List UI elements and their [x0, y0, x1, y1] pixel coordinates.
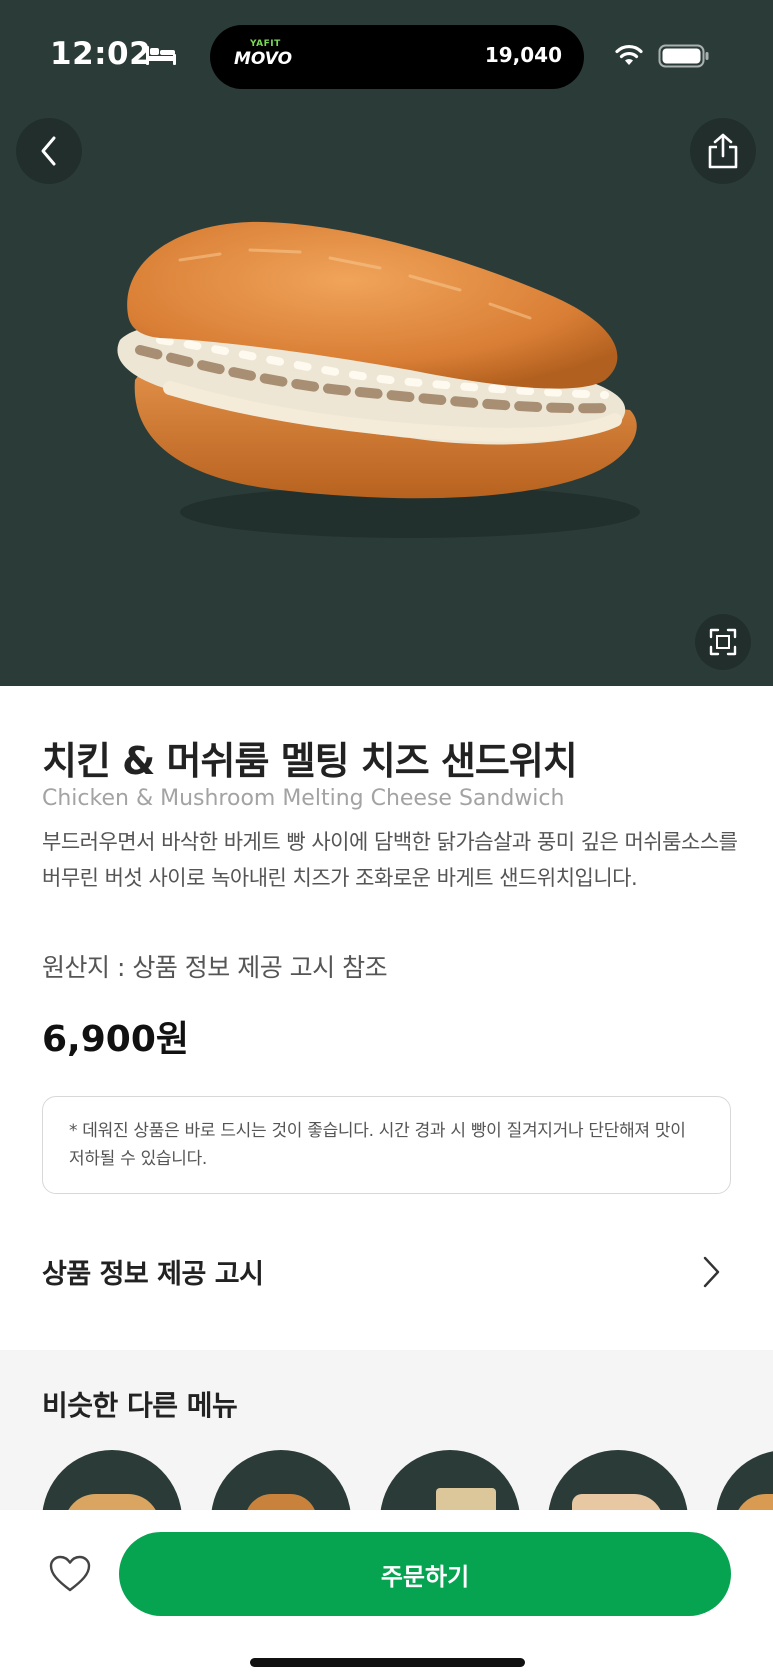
expand-icon	[709, 628, 737, 656]
food-thumbnail-3	[436, 1488, 496, 1510]
back-button[interactable]	[16, 118, 82, 184]
status-time: 12:02	[50, 36, 152, 72]
warming-notice: * 데워진 상품은 바로 드시는 것이 좋습니다. 시간 경과 시 빵이 질겨지…	[42, 1096, 731, 1194]
order-button[interactable]: 주문하기	[119, 1532, 731, 1616]
product-info-link[interactable]: 상품 정보 제공 고시	[0, 1226, 773, 1316]
chevron-left-icon	[41, 136, 56, 166]
product-description: 부드러우면서 바삭한 바게트 빵 사이에 담백한 닭가슴살과 풍미 깊은 머쉬룸…	[42, 830, 738, 890]
heart-icon[interactable]	[48, 1554, 92, 1594]
status-bar: 12:02 YAFIT MOVO 19,040	[0, 0, 773, 110]
similar-menu-section: 비슷한 다른 메뉴	[0, 1350, 773, 1510]
product-name-english: Chicken & Mushroom Melting Cheese Sandwi…	[42, 786, 565, 811]
similar-menu-item[interactable]	[42, 1450, 182, 1510]
product-price: 6,900원	[42, 1019, 189, 1060]
similar-menu-item[interactable]	[548, 1450, 688, 1510]
wifi-icon	[615, 44, 643, 65]
home-indicator	[250, 1658, 525, 1667]
battery-icon	[658, 44, 709, 68]
similar-menu-item[interactable]	[211, 1450, 351, 1510]
similar-menu-title: 비슷한 다른 메뉴	[42, 1389, 238, 1422]
food-thumbnail-1	[64, 1494, 160, 1510]
product-origin: 원산지 : 상품 정보 제공 고시 참조	[42, 953, 388, 982]
fullscreen-button[interactable]	[695, 614, 751, 670]
movo-logo: YAFIT MOVO	[234, 39, 293, 69]
food-thumbnail-5	[734, 1494, 773, 1510]
share-button[interactable]	[690, 118, 756, 184]
dynamic-island: YAFIT MOVO 19,040	[210, 25, 584, 89]
step-count: 19,040	[484, 43, 562, 67]
food-thumbnail-2	[245, 1494, 317, 1510]
product-name: 치킨 & 머쉬룸 멜팅 치즈 샌드위치	[42, 739, 578, 783]
product-hero: 12:02 YAFIT MOVO 19,040	[0, 0, 773, 686]
similar-menu-item[interactable]	[380, 1450, 520, 1510]
food-thumbnail-4	[572, 1494, 664, 1510]
sleep-focus-icon	[146, 46, 176, 65]
sandwich-photo	[117, 221, 640, 538]
product-info-label: 상품 정보 제공 고시	[42, 1259, 264, 1290]
share-icon	[708, 133, 738, 169]
similar-menu-item[interactable]	[716, 1450, 773, 1510]
chevron-right-icon	[703, 1256, 720, 1288]
bottom-action-bar: 주문하기	[0, 1510, 773, 1679]
